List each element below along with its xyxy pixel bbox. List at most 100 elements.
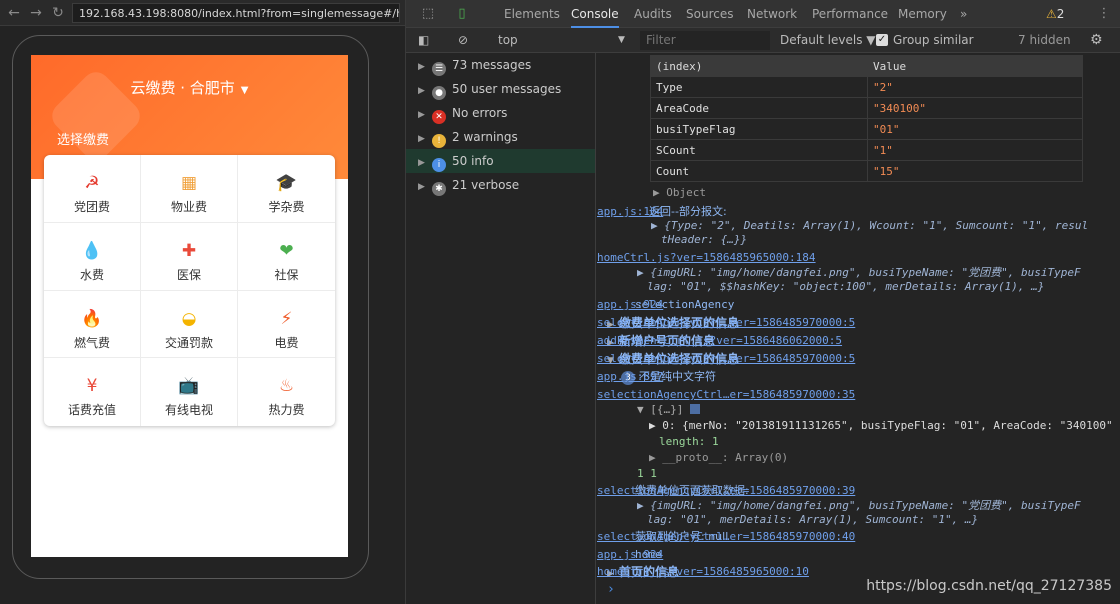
chevron-right-icon: ▶ (418, 134, 425, 144)
warning-icon: ⚠ (1046, 7, 1057, 21)
sidebar-item[interactable]: ▶! 2 warnings (406, 125, 595, 149)
heat-icon: ♨ (278, 376, 295, 397)
phone-screen: 云缴费 · 合肥市 ▼ 选择缴费 ☭ 党团费 ▦ 物业费 🎓 学杂费 💧 水费 ✚ 医保 ❤ 社保 🔥 燃气… (31, 55, 348, 557)
source-link[interactable]: app.js:924 (597, 546, 1107, 564)
reload-icon[interactable]: ↻ (48, 3, 68, 23)
arrow-left-icon[interactable]: ← (4, 3, 24, 23)
chevron-right-icon: ▶ (418, 158, 425, 168)
info-icon: i (432, 158, 446, 172)
payment-item[interactable]: ⚡ 电费 (238, 291, 335, 359)
user-icon: ● (432, 86, 446, 100)
source-link[interactable]: selectionAgencyCtrl…er=1586485970000:40 (597, 528, 1107, 546)
source-link[interactable]: selectionAgencyCtrl…ver=1586485970000:5 (597, 314, 1107, 332)
more-vertical-icon[interactable]: ⋮ (1094, 4, 1114, 24)
more-tabs-icon[interactable]: » (960, 0, 967, 28)
source-link[interactable]: app.js:924 (597, 296, 1107, 314)
sidebar-item-label: 50 user messages (452, 82, 562, 96)
proto-expander[interactable]: ▶ __proto__: Array(0) (649, 449, 788, 467)
tab-memory[interactable]: Memory (898, 0, 947, 28)
payment-item[interactable]: ✚ 医保 (141, 222, 238, 291)
log-numbers: 1 1 (637, 467, 657, 480)
payment-item[interactable]: ¥ 话费充值 (44, 358, 141, 426)
gear-icon[interactable]: ⚙ (1090, 28, 1103, 53)
payment-item-label: 水费 (79, 267, 104, 282)
payment-item[interactable]: ▦ 物业费 (141, 155, 238, 223)
table-cell: "15" (867, 160, 1083, 182)
hand-heart-icon: ❤ (279, 240, 294, 261)
filter-input[interactable] (640, 31, 770, 50)
payment-item[interactable]: 💧 水费 (44, 222, 141, 291)
payment-item-label: 学杂费 (268, 200, 305, 214)
table-row: AreaCode "340100" (650, 97, 1083, 119)
hidden-count: 7 hidden (1018, 33, 1071, 47)
console-log: (index) Value Type "2" AreaCode "340100" busiT… (597, 53, 1120, 604)
tab-console[interactable]: Console (571, 0, 619, 28)
payment-item[interactable]: ❤ 社保 (238, 223, 335, 291)
payment-item-label: 有线电视 (164, 403, 213, 418)
tab-elements[interactable]: Elements (504, 0, 560, 28)
chevron-right-icon: ▶ (418, 62, 425, 72)
source-link[interactable]: app.js:897 (597, 368, 1107, 386)
group-similar-label: Group similar (893, 33, 974, 47)
tab-performance[interactable]: Performance (812, 0, 888, 28)
warning-badge[interactable]: ⚠2 (1046, 0, 1064, 28)
console-prompt[interactable]: › (607, 581, 615, 599)
chevron-down-icon[interactable]: ▼ (618, 28, 625, 53)
payment-item[interactable]: 🔥 燃气费 (44, 290, 141, 359)
app-title: 云缴费 · 合肥市 (130, 79, 235, 97)
payment-grid: ☭ 党团费 ▦ 物业费 🎓 学杂费 💧 水费 ✚ 医保 ❤ 社保 🔥 燃气费 ◒ 交通罚款 ⚡ 电费 ¥ 话费充值 📺 有… (44, 155, 335, 426)
log-levels-dropdown[interactable]: Default levels ▼ (780, 28, 876, 53)
table-row: Count "15" (650, 160, 1083, 182)
party-emblem-icon: ☭ (84, 173, 100, 193)
payment-item-label: 话费充值 (67, 403, 116, 418)
tab-network[interactable]: Network (747, 0, 797, 28)
payment-item[interactable]: ♨ 热力费 (238, 358, 335, 426)
sidebar-item-label: 21 verbose (452, 178, 520, 192)
table-cell: Type (650, 76, 868, 98)
sidebar-item[interactable]: ▶ ☰ 73 messages (406, 53, 595, 77)
source-link[interactable]: addPaymentCtrl.js?ver=1586486062000:5 (597, 332, 1107, 350)
column-header[interactable]: (index) (650, 55, 868, 77)
table-row: Type "2" (650, 76, 1083, 98)
sidebar-item[interactable]: ▶ ✱ 21 verbose (406, 173, 595, 197)
sidebar-item[interactable]: ▶ ● 50 user messages (406, 77, 595, 101)
payment-item[interactable]: 🎓 学杂费 (238, 155, 335, 223)
group-similar-checkbox[interactable]: ✓ (876, 34, 888, 46)
device-toolbar-icon[interactable]: ▯ (452, 4, 472, 24)
source-link[interactable]: selectionAgencyCtrl…ver=1586485970000:5 (597, 350, 1107, 368)
arrow-right-icon[interactable]: → (26, 3, 46, 23)
payment-item[interactable]: 📺 有线电视 (141, 358, 238, 426)
column-header[interactable]: Value (867, 55, 1083, 77)
payment-item-label: 医保 (176, 267, 201, 282)
tab-sources[interactable]: Sources (686, 0, 733, 28)
tab-audits[interactable]: Audits (634, 0, 672, 28)
clear-console-icon[interactable]: ⊘ (458, 28, 468, 53)
object-expander[interactable]: ▶ Object (653, 184, 706, 202)
sidebar-item[interactable]: ▶ ✕ No errors (406, 101, 595, 125)
electric-house-icon: ⚡ (280, 308, 293, 329)
sidebar-toggle-icon[interactable]: ◧ (418, 28, 429, 53)
address-input[interactable]: 192.168.43.198:8080/index.html?from=sing… (72, 3, 400, 23)
log-object-cont: lag: "01", merDetails: Array(1), Sumcoun… (647, 513, 979, 526)
log-object-cont: lag: "01", $$hashKey: "object:100", merD… (647, 280, 1045, 293)
sidebar-item-label: 2 warnings (452, 130, 518, 144)
table-cell: SCount (650, 139, 868, 161)
url-bar: ← → ↻ 192.168.43.198:8080/index.html?fro… (0, 0, 405, 26)
sidebar-item[interactable]: ▶ i 50 info (406, 149, 595, 173)
inspect-element-icon[interactable]: ⬚ (418, 4, 438, 24)
table-header: (index) Value (650, 55, 1083, 77)
table-cell: Count (650, 160, 868, 182)
context-selector[interactable]: top (498, 28, 518, 53)
payment-item-label: 燃气费 (73, 335, 110, 350)
table-cell: busiTypeFlag (650, 118, 868, 140)
city-selector[interactable]: 云缴费 · 合肥市 ▼ (31, 77, 348, 98)
chevron-down-icon: ▼ (240, 85, 249, 96)
building-icon: ▦ (180, 173, 198, 193)
info-icon (689, 404, 700, 414)
chevron-right-icon: ▶ (418, 110, 425, 120)
payment-item[interactable]: ◒ 交通罚款 (141, 290, 238, 359)
table-cell: "2" (867, 76, 1083, 98)
payment-item[interactable]: ☭ 党团费 (44, 155, 141, 223)
error-icon: ✕ (432, 110, 446, 124)
table-cell: "340100" (867, 97, 1083, 119)
